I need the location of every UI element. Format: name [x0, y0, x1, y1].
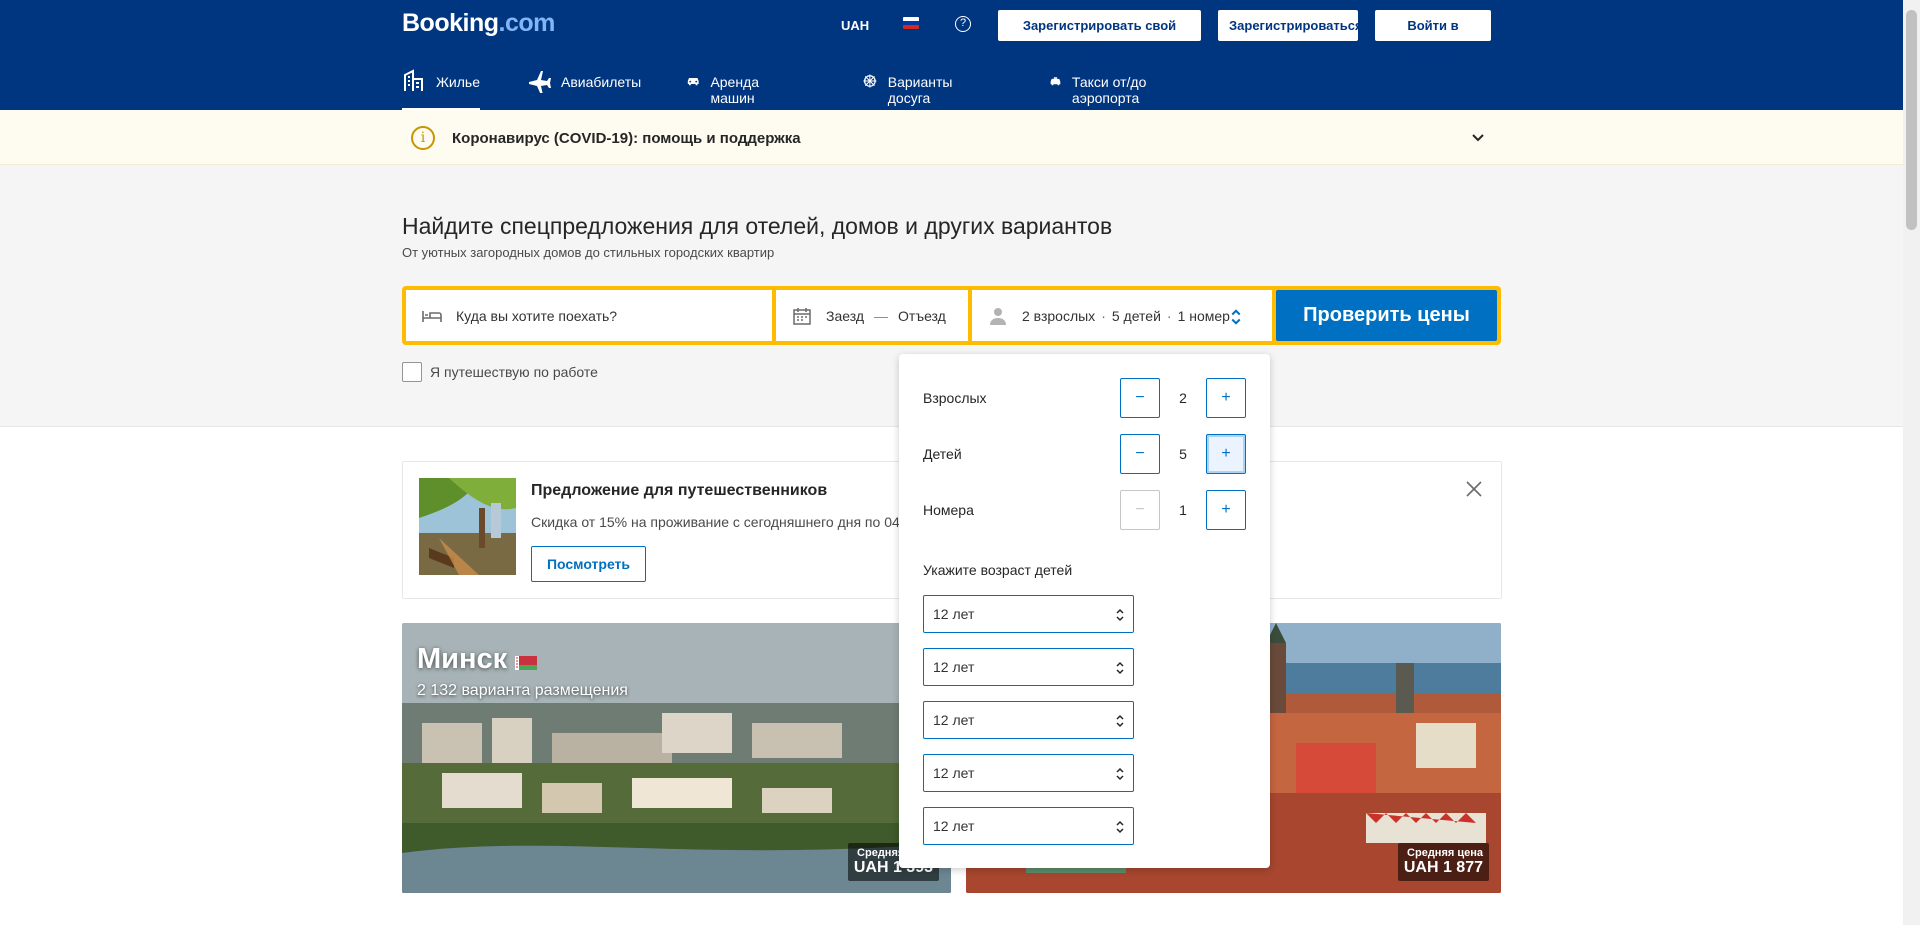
page-scrollbar[interactable]	[1903, 0, 1920, 925]
city-name: Минск	[417, 643, 538, 676]
rooms-summary: 1 номер	[1177, 307, 1230, 324]
city-card-minsk[interactable]: Минск 2 132 варианта размещения Средняя …	[402, 623, 951, 893]
nav-tab-airport-taxi[interactable]: Такси от/до аэропорта	[1049, 60, 1150, 110]
offer-title: Предложение для путешественников	[531, 482, 828, 499]
chevron-updown-icon	[1116, 608, 1124, 622]
chevron-updown-icon	[1231, 309, 1241, 325]
nav-label: Авиабилеты	[561, 74, 642, 90]
child-age-select[interactable]: 12 лет	[923, 648, 1134, 686]
nav-label: Такси от/до аэропорта	[1071, 74, 1147, 106]
currency-selector[interactable]: UAH	[841, 18, 869, 33]
close-icon[interactable]	[1465, 480, 1483, 498]
nav-label: Жилье	[436, 74, 480, 90]
checkin-label: Заезд	[826, 307, 865, 324]
children-label: Детей	[923, 446, 962, 462]
adults-increase-button[interactable]: +	[1206, 378, 1246, 418]
search-submit-button[interactable]: Проверить цены	[1276, 290, 1497, 341]
dot-separator: ·	[1166, 307, 1172, 324]
attractions-icon	[863, 74, 877, 88]
top-header: Booking.com UAH ? Зарегистрировать свой …	[0, 0, 1903, 110]
business-travel-label: Я путешествую по работе	[430, 364, 598, 380]
taxi-icon	[1050, 77, 1061, 86]
language-flag-icon[interactable]	[903, 17, 919, 29]
adults-summary: 2 взрослых	[1022, 307, 1096, 324]
login-button[interactable]: Войти в аккаунт	[1375, 10, 1491, 62]
child-age-select[interactable]: 12 лет	[923, 595, 1134, 633]
rooms-increase-button[interactable]: +	[1206, 490, 1246, 530]
destination-input[interactable]: Куда вы хотите поехать?	[456, 308, 617, 324]
children-decrease-button[interactable]: −	[1120, 434, 1160, 474]
calendar-icon	[793, 307, 811, 325]
nav-tab-car-rental[interactable]: Аренда машин	[686, 60, 769, 110]
dates-field[interactable]: Заезд — Отъезд	[776, 290, 968, 341]
child-age-select[interactable]: 12 лет	[923, 754, 1134, 792]
chevron-updown-icon	[1116, 767, 1124, 781]
date-separator: —	[874, 307, 889, 324]
child-age-select[interactable]: 12 лет	[923, 807, 1134, 845]
children-increase-button[interactable]: +	[1206, 434, 1246, 474]
rooms-value: 1	[1179, 502, 1187, 518]
destination-field[interactable]: Куда вы хотите поехать?	[406, 290, 772, 341]
list-property-button[interactable]: Зарегистрировать свой объект	[998, 10, 1201, 62]
child-age-select[interactable]: 12 лет	[923, 701, 1134, 739]
dot-separator: ·	[1101, 307, 1106, 324]
city-property-count: 2 132 варианта размещения	[417, 682, 628, 699]
chevron-updown-icon	[1116, 661, 1124, 675]
covid-banner-text: Коронавирус (COVID-19): помощь и поддерж…	[452, 130, 801, 147]
children-summary: 5 детей	[1111, 307, 1161, 324]
booking-logo[interactable]: Booking.com	[402, 9, 555, 38]
belarus-flag-icon	[515, 655, 538, 670]
offer-view-button[interactable]: Посмотреть	[531, 546, 646, 582]
adults-label: Взрослых	[923, 390, 987, 406]
page-title: Найдите спецпредложения для отелей, домо…	[402, 213, 1113, 239]
person-icon	[990, 307, 1006, 325]
help-circle-icon[interactable]: ?	[955, 16, 971, 32]
children-value: 5	[1179, 446, 1187, 462]
rooms-row: Номера − 1 +	[923, 490, 1246, 530]
nav-tab-flights[interactable]: Авиабилеты	[527, 60, 641, 110]
airplane-icon	[529, 71, 551, 93]
search-bar: Куда вы хотите поехать? Заезд — Отъезд 2…	[402, 286, 1501, 345]
child-ages-title: Укажите возраст детей	[923, 562, 1073, 578]
chevron-updown-icon	[1116, 714, 1124, 728]
nav-tab-attractions[interactable]: Варианты досуга	[862, 60, 961, 110]
price-label: Средняя цена	[1407, 847, 1483, 859]
bed-icon	[422, 310, 442, 322]
scrollbar-thumb[interactable]	[1906, 10, 1917, 230]
guests-field[interactable]: 2 взрослых · 5 детей · 1 номер	[972, 290, 1272, 341]
chevron-down-icon[interactable]	[1470, 130, 1486, 146]
adults-decrease-button[interactable]: −	[1120, 378, 1160, 418]
adults-row: Взрослых − 2 +	[923, 378, 1246, 418]
offer-text: Скидка от 15% на проживание с сегодняшне…	[531, 514, 904, 530]
chevron-updown-icon	[1116, 820, 1124, 834]
guests-popup: Взрослых − 2 + Детей − 5 + Номера − 1 + …	[899, 354, 1270, 868]
rooms-decrease-button[interactable]: −	[1120, 490, 1160, 530]
children-row: Детей − 5 +	[923, 434, 1246, 474]
bed-building-icon	[404, 69, 423, 91]
rooms-label: Номера	[923, 502, 974, 518]
checkout-label: Отъезд	[898, 307, 946, 324]
car-icon	[687, 77, 699, 86]
info-icon: i	[411, 126, 435, 150]
nav-label: Аренда машин	[710, 74, 760, 106]
nav-tab-stays[interactable]: Жилье	[402, 60, 480, 110]
covid-banner[interactable]: i Коронавирус (COVID-19): помощь и подде…	[0, 110, 1903, 165]
adults-value: 2	[1179, 390, 1187, 406]
business-travel-checkbox[interactable]	[402, 362, 422, 382]
offer-image	[419, 478, 516, 575]
business-travel-checkbox-row[interactable]: Я путешествую по работе	[402, 362, 598, 382]
page-subtitle: От уютных загородных домов до стильных г…	[402, 245, 775, 260]
register-button[interactable]: Зарегистрироваться	[1218, 10, 1363, 41]
average-price-badge: Средняя цена UAH 1 877	[1397, 843, 1489, 881]
price-value: UAH 1 877	[1403, 859, 1483, 876]
nav-label: Варианты досуга	[887, 74, 953, 106]
